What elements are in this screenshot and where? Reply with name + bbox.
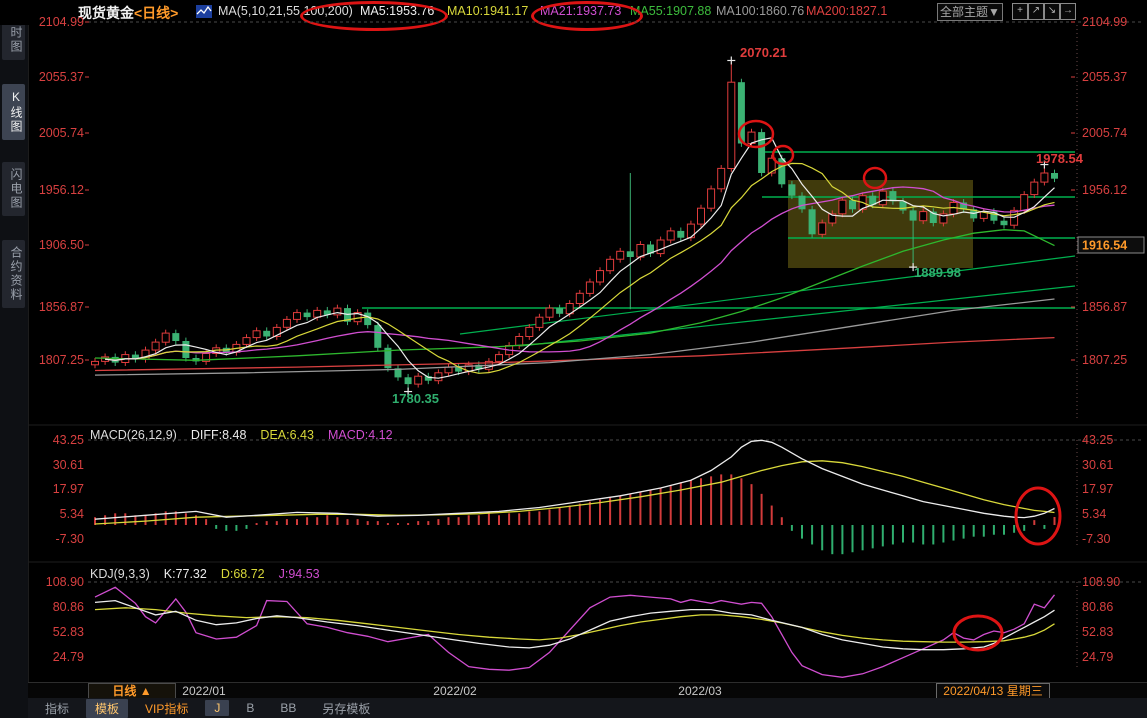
svg-text:5.34: 5.34 [60, 507, 84, 521]
svg-text:17.97: 17.97 [53, 482, 84, 496]
main-chart-area[interactable] [88, 25, 1075, 418]
svg-text:2055.37: 2055.37 [1082, 70, 1127, 84]
ma-value-label: MA21:1937.73 [540, 4, 621, 18]
toolbar-item-6[interactable]: BB [271, 700, 305, 716]
svg-text:1916.54: 1916.54 [1082, 239, 1127, 253]
svg-text:52.83: 52.83 [53, 625, 84, 639]
svg-text:-7.30: -7.30 [1082, 532, 1111, 546]
date-tick-label: 2022/02 [433, 684, 476, 698]
bottom-toolbar: 指标模板VIP指标JBBB另存模板 [28, 698, 1147, 718]
ma-settings-label: MA(5,10,21,55,100,200) [218, 4, 353, 18]
kdj-value-label: KDJ(9,3,3) [90, 567, 150, 581]
symbol-title: 现货黄金<日线> [78, 3, 178, 23]
toolbar-item-7[interactable]: 另存模板 [313, 699, 379, 718]
svg-text:30.61: 30.61 [53, 458, 84, 472]
svg-text:24.79: 24.79 [53, 650, 84, 664]
period-dropdown[interactable]: 日线 ▲ [88, 683, 176, 699]
svg-text:-7.30: -7.30 [56, 532, 85, 546]
sidebar-tab-4[interactable]: 合约资料 [2, 240, 25, 308]
date-tick-label: 2022/03 [678, 684, 721, 698]
ma-value-label: MA100:1860.76 [716, 4, 804, 18]
macd-value-label: DIFF:8.48 [191, 428, 247, 442]
svg-text:2055.37: 2055.37 [39, 70, 84, 84]
svg-text:80.86: 80.86 [53, 600, 84, 614]
toolbar-item-1[interactable]: 指标 [36, 699, 78, 718]
kdj-value-label: K:77.32 [164, 567, 207, 581]
svg-text:1906.50: 1906.50 [39, 238, 84, 252]
ma-value-label: MA10:1941.17 [447, 4, 528, 18]
scale-up-icon[interactable]: ↗ [1028, 3, 1044, 20]
date-tick-label: 2022/01 [182, 684, 225, 698]
svg-text:2005.74: 2005.74 [1082, 126, 1127, 140]
svg-text:1856.87: 1856.87 [1082, 300, 1127, 314]
svg-text:1956.12: 1956.12 [39, 183, 84, 197]
macd-header: MACD(26,12,9) DIFF:8.48 DEA:6.43 MACD:4.12 [90, 428, 407, 442]
macd-value-label: DEA:6.43 [260, 428, 314, 442]
svg-text:30.61: 30.61 [1082, 458, 1113, 472]
macd-panel-area[interactable] [88, 425, 1075, 562]
svg-text:1807.25: 1807.25 [39, 353, 84, 367]
svg-text:52.83: 52.83 [1082, 625, 1113, 639]
svg-text:1856.87: 1856.87 [39, 300, 84, 314]
toolbar-item-5[interactable]: B [237, 700, 263, 716]
shift-right-icon[interactable]: → [1060, 3, 1076, 20]
toolbar-item-3[interactable]: VIP指标 [136, 699, 197, 718]
current-date-box: 2022/04/13 星期三 [936, 683, 1050, 699]
toolbar-item-2[interactable]: 模板 [86, 699, 128, 718]
ma-value-label: MA55:1907.88 [630, 4, 711, 18]
sidebar-tab-2[interactable]: K线图 [2, 84, 25, 140]
svg-text:43.25: 43.25 [1082, 433, 1113, 447]
scale-down-icon[interactable]: ↘ [1044, 3, 1060, 20]
pan-icon[interactable]: + [1012, 3, 1028, 20]
svg-text:80.86: 80.86 [1082, 600, 1113, 614]
macd-value-label: MACD:4.12 [328, 428, 393, 442]
sidebar-tab-3[interactable]: 闪电图 [2, 162, 25, 216]
svg-text:24.79: 24.79 [1082, 650, 1113, 664]
kdj-value-label: J:94.53 [279, 567, 320, 581]
svg-text:1956.12: 1956.12 [1082, 183, 1127, 197]
svg-text:43.25: 43.25 [53, 433, 84, 447]
trading-terminal-window: { "sidebar": {"tabs": [ {"label": "分时图",… [0, 0, 1147, 718]
chart-type-sidebar: 分时图K线图闪电图合约资料 [0, 0, 29, 718]
macd-value-label: MACD(26,12,9) [90, 428, 177, 442]
toolbar-item-4[interactable]: J [205, 700, 229, 716]
theme-selector-button[interactable]: 全部主题▼ [937, 3, 1003, 21]
kline-chart-icon [196, 4, 212, 24]
svg-text:108.90: 108.90 [46, 575, 84, 589]
svg-text:108.90: 108.90 [1082, 575, 1120, 589]
period-label: <日线> [134, 5, 178, 21]
kdj-header: KDJ(9,3,3) K:77.32 D:68.72 J:94.53 [90, 567, 334, 581]
svg-text:5.34: 5.34 [1082, 507, 1106, 521]
ma-value-label: MA5:1953.76 [360, 4, 434, 18]
topbar: 现货黄金<日线> MA(5,10,21,55,100,200) MA5:1953… [0, 0, 1147, 25]
kdj-value-label: D:68.72 [221, 567, 265, 581]
ma-value-label: MA200:1827.1 [806, 4, 887, 18]
svg-text:1807.25: 1807.25 [1082, 353, 1127, 367]
svg-text:17.97: 17.97 [1082, 482, 1113, 496]
svg-text:2005.74: 2005.74 [39, 126, 84, 140]
